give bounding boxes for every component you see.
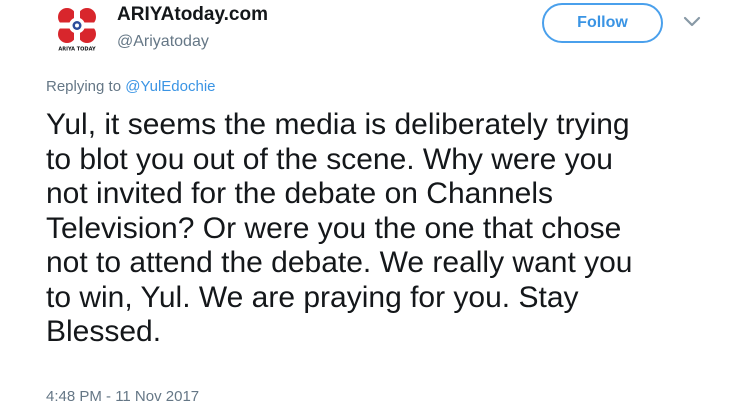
tweet-text-line: not to attend the debate. We really want… [46, 246, 633, 279]
tweet-text-line: Blessed. [46, 315, 162, 348]
ariya-today-logo-icon: ARIYA TODAY [54, 8, 100, 53]
tweet-text: Yul, it seems the media is deliberately … [46, 108, 736, 350]
replying-to-label: Replying to [46, 78, 122, 95]
svg-text:ARIYA TODAY: ARIYA TODAY [58, 47, 96, 53]
author-display-name[interactable]: ARIYAtoday.com [117, 4, 268, 26]
author-handle[interactable]: @Ariyatoday [117, 33, 209, 51]
tweet-text-line: to blot you out of the scene. Why were y… [46, 142, 613, 176]
replying-to: Replying to @YulEdochie [46, 78, 216, 95]
reply-mention-link[interactable]: @YulEdochie [125, 78, 215, 95]
chevron-down-icon[interactable] [683, 14, 701, 28]
tweet-text-line: Television? Or were you the one that cho… [46, 211, 622, 245]
tweet-text-line: to win, Yul. We are praying for you. Sta… [46, 280, 579, 314]
tweet-card: ARIYA TODAY ARIYAtoday.com @Ariyatoday F… [0, 0, 749, 411]
tweet-text-line: not invited for the debate on Channels [46, 177, 554, 210]
tweet-timestamp[interactable]: 4:48 PM - 11 Nov 2017 [46, 388, 199, 405]
follow-button[interactable]: Follow [542, 3, 663, 43]
avatar[interactable]: ARIYA TODAY [52, 6, 102, 53]
tweet-text-line: Yul, it seems the media is deliberately … [46, 108, 630, 141]
